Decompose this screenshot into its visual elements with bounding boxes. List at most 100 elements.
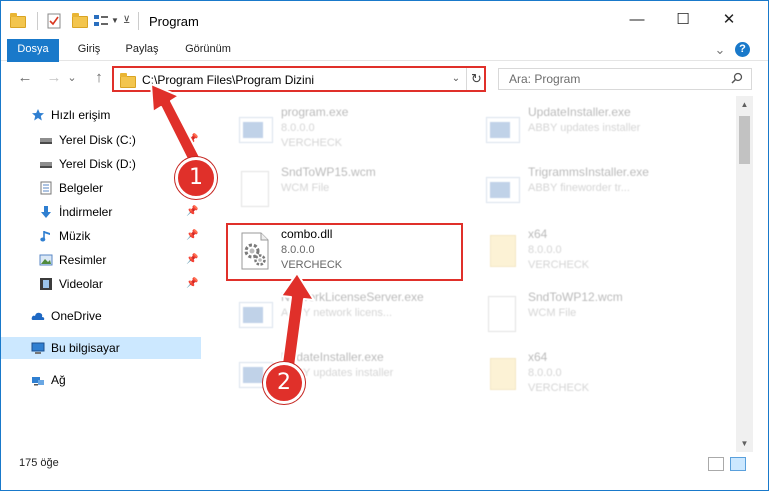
file-item[interactable]: NetworkLicenseServer.exe ABBY network li… xyxy=(229,286,469,341)
status-bar: 175 öğe xyxy=(1,453,768,475)
sidebar-item-quick-access[interactable]: Hızlı erişim xyxy=(1,104,201,126)
file-item[interactable]: SndToWP12.wcm WCM File xyxy=(476,286,716,341)
ribbon-tabs: Dosya Giriş Paylaş Görünüm ⌄ ? xyxy=(1,39,768,94)
sidebar-item-local-disk-c[interactable]: Yerel Disk (C:) 📌 xyxy=(1,129,201,151)
computer-icon xyxy=(31,342,45,354)
file-name: x64 xyxy=(528,227,548,241)
details-view-icon[interactable] xyxy=(708,457,724,471)
back-button[interactable]: ← xyxy=(15,68,35,88)
file-name: UpdateInstaller.exe xyxy=(528,105,631,119)
file-company: VERCHECK xyxy=(528,259,590,271)
file-name: SndToWP15.wcm xyxy=(281,165,376,179)
pin-icon: 📌 xyxy=(186,254,199,265)
vertical-scrollbar[interactable]: ▲ ▼ xyxy=(736,96,753,452)
sidebar-item-pictures[interactable]: Resimler 📌 xyxy=(1,249,201,271)
documents-icon xyxy=(40,181,52,195)
close-button[interactable]: ✕ xyxy=(706,1,752,39)
file-item[interactable]: program.exe 8.0.0.0 VERCHECK xyxy=(229,101,469,156)
sidebar-item-network[interactable]: Ağ xyxy=(1,369,201,391)
sidebar-item-videos[interactable]: Videolar 📌 xyxy=(1,273,201,295)
properties-icon[interactable] xyxy=(47,13,63,29)
address-path[interactable]: C:\Program Files\Program Dizini xyxy=(142,73,314,87)
file-company: WCM File xyxy=(281,182,330,194)
pin-icon: 📌 xyxy=(186,206,199,217)
minimize-button[interactable]: — xyxy=(614,1,660,39)
forward-button[interactable]: → xyxy=(44,68,64,88)
document-icon xyxy=(241,171,269,207)
tab-giris[interactable]: Giriş xyxy=(67,39,111,61)
toolbar-separator xyxy=(37,12,38,30)
drive-icon xyxy=(40,138,52,144)
address-bar[interactable]: C:\Program Files\Program Dizini ⌄ ↻ xyxy=(112,66,486,92)
sidebar-item-label: Yerel Disk (D:) xyxy=(59,157,136,171)
search-input[interactable]: Ara: Program xyxy=(509,72,580,86)
tab-paylas[interactable]: Paylaş xyxy=(117,39,167,61)
sidebar-item-local-disk-d[interactable]: Yerel Disk (D:) 📌 xyxy=(1,153,201,175)
search-box[interactable]: Ara: Program xyxy=(498,68,752,90)
title-bar: ▼ ⊻ Program — ☐ ✕ xyxy=(1,1,768,39)
combo-dll-highlight xyxy=(226,223,463,281)
file-item[interactable]: TrigrammsInstaller.exe ABBY fineworder t… xyxy=(476,161,716,216)
file-item[interactable]: UpdateInstaller.exe ABBY updates install… xyxy=(476,101,716,156)
exe-icon xyxy=(239,302,273,328)
videos-icon xyxy=(40,278,52,290)
scroll-up-icon[interactable]: ▲ xyxy=(736,96,753,113)
callout-badge-1: 1 xyxy=(175,157,217,199)
sidebar-item-onedrive[interactable]: OneDrive xyxy=(1,305,201,327)
exe-icon xyxy=(239,117,273,143)
file-company: VERCHECK xyxy=(528,382,590,394)
sidebar-item-label: Hızlı erişim xyxy=(51,108,111,122)
callout-badge-2: 2 xyxy=(263,362,305,404)
view-options-icon[interactable] xyxy=(93,13,111,29)
folder-icon xyxy=(490,358,516,390)
expand-ribbon-icon[interactable]: ⌄ xyxy=(713,39,727,61)
chevron-down-icon[interactable]: ▼ xyxy=(111,13,121,29)
sidebar-item-this-pc[interactable]: Bu bilgisayar xyxy=(1,337,201,359)
file-company: ABBY updates installer xyxy=(528,122,641,134)
file-company: ABBY network licens... xyxy=(281,307,393,319)
tiles-view-icon[interactable] xyxy=(730,457,746,471)
new-folder-icon[interactable] xyxy=(71,13,89,29)
title-separator xyxy=(138,12,139,30)
recent-locations-button[interactable]: ⌄ xyxy=(66,68,78,88)
search-icon[interactable] xyxy=(731,72,743,84)
pictures-icon xyxy=(39,254,53,266)
file-name: program.exe xyxy=(281,105,349,119)
pin-icon: 📌 xyxy=(186,134,199,145)
download-icon xyxy=(41,206,51,218)
file-company: WCM File xyxy=(528,307,577,319)
file-name: UpdateInstaller.exe xyxy=(281,350,384,364)
pin-icon: 📌 xyxy=(186,230,199,241)
scroll-down-icon[interactable]: ▼ xyxy=(736,435,753,452)
help-icon[interactable]: ? xyxy=(735,42,750,57)
window-title: Program xyxy=(149,14,199,29)
sidebar-item-label: Videolar xyxy=(59,277,103,291)
tab-gorunum[interactable]: Görünüm xyxy=(177,39,239,61)
sidebar-item-label: Yerel Disk (C:) xyxy=(59,133,136,147)
sidebar-item-label: İndirmeler xyxy=(59,205,113,219)
refresh-button[interactable]: ↻ xyxy=(466,68,486,90)
folder-icon[interactable] xyxy=(9,13,27,29)
sidebar-item-downloads[interactable]: İndirmeler 📌 xyxy=(1,201,201,223)
onedrive-icon xyxy=(31,312,45,320)
sidebar-item-label: Belgeler xyxy=(59,181,104,195)
file-name: SndToWP12.wcm xyxy=(528,290,623,304)
file-company: VERCHECK xyxy=(281,137,343,149)
sidebar-item-label: Ağ xyxy=(51,373,66,387)
up-button[interactable]: ↑ xyxy=(89,68,109,88)
sidebar-item-documents[interactable]: Belgeler 📌 xyxy=(1,177,201,199)
sidebar-item-label: Bu bilgisayar xyxy=(51,341,120,355)
exe-icon xyxy=(486,177,520,203)
file-version: 8.0.0.0 xyxy=(528,367,562,379)
file-item[interactable]: SndToWP15.wcm WCM File xyxy=(229,161,469,216)
file-item[interactable]: x64 8.0.0.0 VERCHECK xyxy=(476,346,716,401)
sidebar-item-music[interactable]: Müzik 📌 xyxy=(1,225,201,247)
folder-icon xyxy=(120,73,136,88)
music-icon xyxy=(40,231,50,242)
customize-toolbar-icon[interactable]: ⊻ xyxy=(123,13,133,29)
file-version: 8.0.0.0 xyxy=(528,244,562,256)
scrollbar-thumb[interactable] xyxy=(739,116,750,164)
maximize-button[interactable]: ☐ xyxy=(660,1,706,39)
file-item[interactable]: x64 8.0.0.0 VERCHECK xyxy=(476,223,716,278)
address-dropdown-icon[interactable]: ⌄ xyxy=(449,70,463,88)
